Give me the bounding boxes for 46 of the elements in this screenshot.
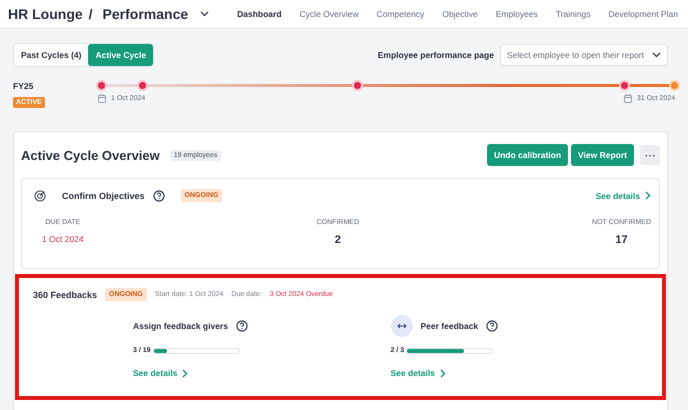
cycle-tab[interactable]: Active Cycle	[88, 44, 154, 66]
action-button[interactable]: Undo calibration	[486, 144, 568, 166]
cycle-name: FY25	[13, 81, 34, 91]
nav-tab[interactable]: Development Plan	[608, 9, 678, 19]
cycle-tab[interactable]: Past Cycles (4)	[14, 44, 88, 66]
nav-tab[interactable]: Competency	[376, 9, 424, 19]
nav-tab[interactable]: Trainings	[556, 9, 590, 19]
chevron-right-icon	[645, 191, 651, 200]
milestone-dot[interactable]	[618, 80, 630, 91]
section-title: Confirm Objectives	[62, 190, 145, 200]
milestone-dot[interactable]	[137, 80, 148, 91]
milestone-dot[interactable]	[352, 80, 363, 91]
help-icon[interactable]	[152, 190, 165, 202]
stat-value: 17	[615, 234, 628, 246]
target-icon	[34, 190, 46, 202]
employee-select[interactable]: Select employee to open their report	[500, 44, 668, 66]
chevron-right-icon	[440, 368, 446, 378]
chevron-right-icon	[182, 368, 188, 378]
help-icon[interactable]	[486, 320, 498, 332]
chevron-down-icon	[652, 52, 661, 58]
step-title: Assign feedback givers	[133, 321, 228, 331]
nav-tab[interactable]: Cycle Overview	[300, 9, 359, 19]
see-details-link[interactable]: See details	[133, 368, 390, 378]
calendar-icon	[98, 94, 106, 103]
see-details-link[interactable]: See details	[390, 368, 648, 378]
nav-tab[interactable]: Dashboard	[237, 9, 282, 19]
picker-label: Employee performance page	[378, 50, 494, 60]
swap-icon	[390, 315, 412, 337]
step-title: Peer feedback	[420, 321, 478, 331]
stat-value: 1 Oct 2024	[42, 234, 84, 244]
calendar-icon	[624, 94, 632, 103]
nav-tab[interactable]: Employees	[496, 9, 538, 19]
see-details-link[interactable]: See details	[596, 190, 651, 200]
module-title: Performance	[102, 6, 188, 22]
card-title: Active Cycle Overview	[21, 148, 160, 162]
breadcrumb-separator: /	[88, 6, 93, 22]
action-button[interactable]: View Report	[571, 144, 634, 166]
help-icon[interactable]	[236, 320, 248, 332]
chevron-down-icon[interactable]	[200, 11, 210, 17]
more-button[interactable]: ⋯	[640, 145, 660, 165]
stat-value: 2	[334, 234, 341, 246]
milestone-dot[interactable]	[669, 80, 680, 91]
milestone-dot[interactable]	[96, 80, 107, 91]
app-title: HR Lounge	[8, 6, 83, 22]
section-title: 360 Feedbacks	[33, 290, 98, 300]
nav-tab[interactable]: Objective	[442, 9, 478, 19]
